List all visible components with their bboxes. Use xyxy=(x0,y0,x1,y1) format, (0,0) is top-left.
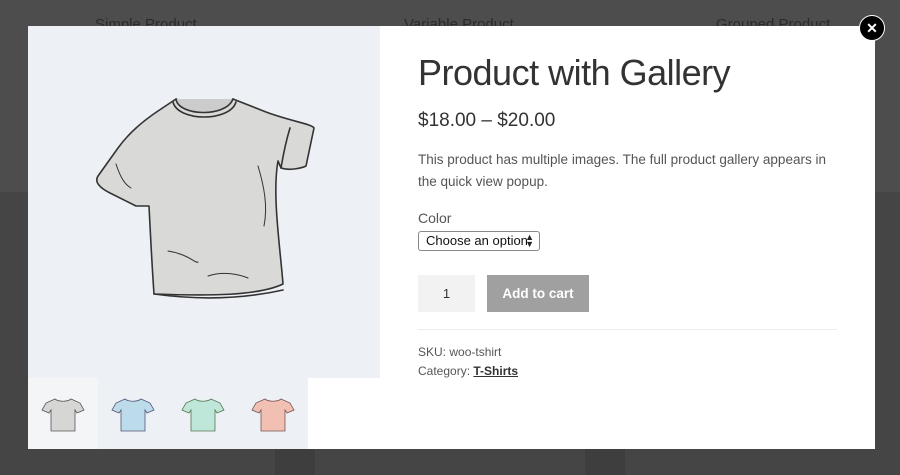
thumbnail-gray-tshirt[interactable] xyxy=(28,378,98,449)
quick-view-modal: Product with Gallery $18.00 – $20.00 Thi… xyxy=(28,26,875,449)
sku-line: SKU: woo-tshirt xyxy=(418,345,501,359)
thumbnail-blue-tshirt[interactable] xyxy=(98,378,168,449)
divider xyxy=(418,329,837,330)
gray-tshirt-icon xyxy=(41,398,85,431)
sku-value: woo-tshirt xyxy=(449,345,502,359)
product-title: Product with Gallery xyxy=(418,52,731,93)
tshirt-image xyxy=(95,98,315,299)
close-button[interactable]: ✕ xyxy=(859,15,885,41)
sku-label: SKU: xyxy=(418,345,447,359)
add-to-cart-button[interactable]: Add to cart xyxy=(487,275,589,312)
blue-tshirt-icon xyxy=(111,398,155,431)
category-label: Category: xyxy=(418,364,471,378)
product-main-image[interactable] xyxy=(28,26,380,378)
mint-tshirt-icon xyxy=(181,398,225,431)
gallery-thumbnails xyxy=(28,378,308,449)
pink-tshirt-icon xyxy=(251,398,295,431)
quantity-input[interactable]: 1 xyxy=(418,275,475,312)
thumbnail-mint-tshirt[interactable] xyxy=(168,378,238,449)
background-element xyxy=(275,449,315,475)
product-description: This product has multiple images. The fu… xyxy=(418,152,826,189)
select-arrows-icon: ▲ ▼ xyxy=(525,232,534,249)
category-link[interactable]: T-Shirts xyxy=(473,364,518,378)
product-price: $18.00 – $20.00 xyxy=(418,110,556,131)
background-element xyxy=(585,449,625,475)
color-label: Color xyxy=(418,210,452,226)
close-icon: ✕ xyxy=(866,19,878,36)
color-select-value: Choose an option xyxy=(426,233,528,248)
category-line: Category: T-Shirts xyxy=(418,364,518,378)
thumbnail-pink-tshirt[interactable] xyxy=(238,378,308,449)
color-select[interactable]: Choose an option ▲ ▼ xyxy=(418,231,540,251)
